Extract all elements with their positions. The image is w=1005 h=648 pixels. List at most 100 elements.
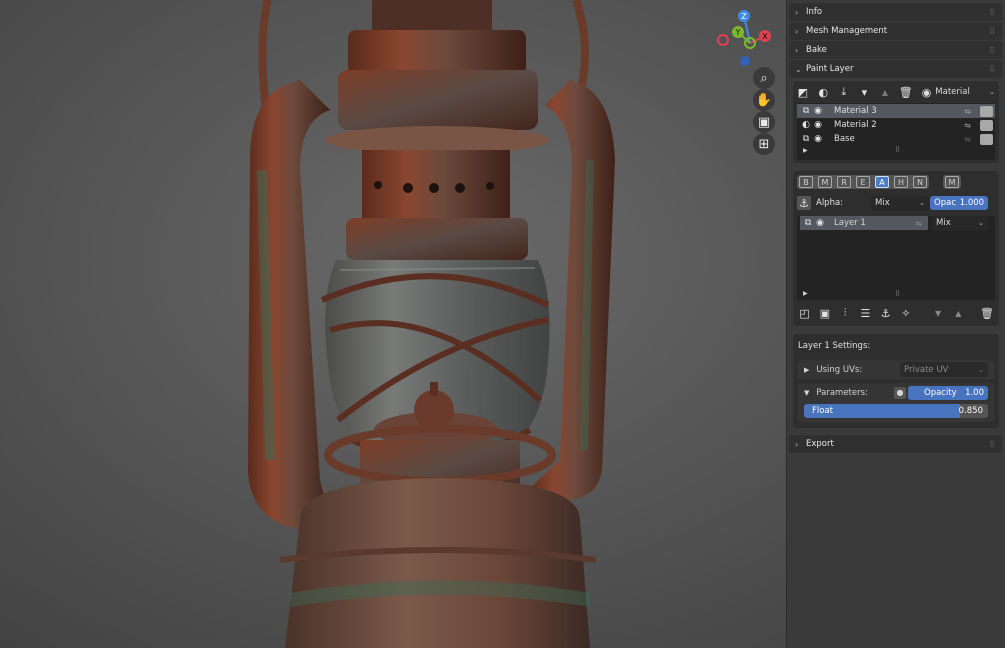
- anchor-icon[interactable]: ⚓: [797, 196, 811, 210]
- chevron-down-icon: ⌄: [989, 88, 995, 96]
- using-uvs-row[interactable]: ▶ Using UVs: Private UV ⌄: [798, 360, 994, 379]
- panel-paint-layer-header[interactable]: ⌄ Paint Layer ⠿: [789, 60, 1002, 78]
- drag-handle-icon[interactable]: ⠿: [989, 440, 996, 449]
- channel-button-mask[interactable]: M: [945, 176, 959, 188]
- channel-button-metallic[interactable]: M: [818, 176, 832, 188]
- channel-button-height[interactable]: H: [894, 176, 908, 188]
- image-layer-icon[interactable]: ▣: [819, 307, 830, 320]
- panel-mesh-management-title: Mesh Management: [806, 26, 888, 36]
- float-slider[interactable]: Float 0.850: [804, 404, 988, 418]
- panel-mesh-management-header[interactable]: › Mesh Management ⠿: [789, 22, 1002, 40]
- expand-triangle-icon[interactable]: ▶: [803, 290, 808, 297]
- layer-settings-box: Layer 1 Settings: ▶ Using UVs: Private U…: [793, 334, 999, 428]
- material-color-swatch[interactable]: [980, 133, 993, 145]
- eye-icon[interactable]: ◉: [814, 218, 826, 228]
- list-item-layer-1[interactable]: ⧉ ◉ Layer 1 ⇋ Mix ⌄: [797, 215, 995, 231]
- material-color-swatch[interactable]: [980, 105, 993, 117]
- magic-wand-icon[interactable]: ✧: [900, 307, 911, 320]
- resize-handle-icon[interactable]: ⠿: [895, 146, 900, 154]
- material-stack-box: ◩ ◐ ⤓ ▾ ▲ 🗑 ◉ Material ⌄ ⧉ ◉ Material 3 …: [793, 81, 999, 163]
- properties-sidebar: › Info ⠿ › Mesh Management ⠿ › Bake ⠿ ⌄ …: [786, 0, 1005, 648]
- panel-info-header[interactable]: › Info ⠿: [789, 3, 1002, 21]
- chevron-down-icon: ⌄: [978, 219, 984, 227]
- anchor-icon[interactable]: ⚓: [880, 307, 891, 320]
- alpha-opacity-slider[interactable]: Opac 1.000: [930, 196, 989, 210]
- eye-icon[interactable]: ◉: [812, 134, 824, 144]
- drag-handle-icon[interactable]: ⠿: [989, 46, 996, 55]
- filter-icon[interactable]: ☰: [860, 307, 871, 320]
- material-view-dropdown[interactable]: Material ⌄: [935, 85, 995, 100]
- drag-handle-icon[interactable]: ⠿: [989, 65, 996, 74]
- alpha-label: Alpha:: [816, 198, 844, 208]
- zoom-icon[interactable]: ⌕: [753, 67, 775, 89]
- mask-toggle-icon[interactable]: ●: [894, 386, 906, 399]
- adjustment-icon[interactable]: ⫶: [840, 306, 851, 320]
- panel-export-header[interactable]: › Export ⠿: [789, 435, 1002, 453]
- expand-triangle-icon[interactable]: ▶: [803, 147, 808, 154]
- channel-button-emission[interactable]: E: [856, 176, 870, 188]
- layer-blend-dropdown[interactable]: Mix ⌄: [932, 215, 988, 231]
- material-sphere-icon[interactable]: ◐: [818, 86, 830, 99]
- list-item-base[interactable]: ⧉ ◉ Base ⇋: [797, 132, 995, 146]
- brush-swap-icon[interactable]: ⇋: [964, 107, 971, 116]
- material-view-dropdown-label: Material: [935, 87, 970, 97]
- triangle-down-icon[interactable]: ▾: [859, 86, 871, 99]
- layer-copy-icon: ⧉: [802, 134, 810, 144]
- parameter-opacity-slider[interactable]: Opacity 1.00: [908, 385, 988, 400]
- new-material-icon[interactable]: ◩: [797, 86, 809, 99]
- material-toolbar: ◩ ◐ ⤓ ▾ ▲ 🗑 ◉ Material ⌄: [793, 83, 999, 101]
- hand-pan-icon[interactable]: ✋: [753, 89, 775, 111]
- move-down-icon[interactable]: ▼: [933, 309, 944, 318]
- 3d-viewport[interactable]: Z X Y ⌕ ✋ ▣ ⊞: [0, 0, 786, 648]
- perspective-grid-icon[interactable]: ⊞: [753, 133, 775, 155]
- drag-handle-icon[interactable]: ⠿: [989, 8, 996, 17]
- camera-icon[interactable]: ▣: [753, 111, 775, 133]
- chevron-right-icon: ›: [795, 26, 799, 36]
- mask-group: M: [943, 175, 961, 189]
- new-layer-icon[interactable]: ◰: [799, 307, 810, 320]
- chevron-down-icon: ⌄: [795, 64, 802, 74]
- expand-triangle-icon[interactable]: ▶: [804, 366, 809, 374]
- alpha-blend-value: Mix: [875, 198, 890, 208]
- collapse-triangle-icon[interactable]: ▼: [804, 389, 809, 397]
- chevron-down-icon: ⌄: [978, 365, 984, 374]
- eye-icon[interactable]: ◉: [812, 106, 824, 116]
- material-color-swatch[interactable]: [980, 119, 993, 131]
- layer-settings-title: Layer 1 Settings:: [798, 341, 871, 351]
- panel-bake-header[interactable]: › Bake ⠿: [789, 41, 1002, 59]
- layer-name: Layer 1: [834, 218, 866, 228]
- resize-handle-icon[interactable]: ⠿: [895, 290, 900, 298]
- channel-button-alpha[interactable]: A: [875, 176, 889, 188]
- channel-button-normal[interactable]: N: [913, 176, 927, 188]
- alpha-blend-dropdown[interactable]: Mix ⌄: [871, 195, 930, 211]
- parameters-section: ▼ Parameters: ● Opacity 1.00 Float 0.850: [798, 383, 994, 422]
- chevron-right-icon: ›: [795, 439, 799, 449]
- eye-icon[interactable]: ◉: [812, 120, 824, 130]
- brush-swap-icon[interactable]: ⇋: [964, 135, 971, 144]
- trash-icon[interactable]: 🗑: [980, 307, 994, 320]
- brush-swap-icon[interactable]: ⇋: [915, 219, 922, 228]
- list-item-material-2[interactable]: ◐ ◉ Material 2 ⇋: [797, 118, 995, 132]
- brush-swap-icon[interactable]: ⇋: [964, 121, 971, 130]
- import-icon[interactable]: ⤓: [838, 85, 850, 99]
- material-sphere-icon: ◐: [802, 120, 810, 130]
- layer-row-selection: ⧉ ◉ Layer 1 ⇋: [800, 216, 928, 230]
- chevron-right-icon: ›: [795, 7, 799, 17]
- eye-icon[interactable]: ◉: [921, 86, 933, 99]
- list-item-material-3[interactable]: ⧉ ◉ Material 3 ⇋: [797, 104, 995, 118]
- parameters-header[interactable]: ▼ Parameters: ● Opacity 1.00: [798, 383, 994, 402]
- layer-stack-box: B M R E A H N M ⚓ Alpha: Mix ⌄ Opac 1.00…: [793, 171, 999, 326]
- trash-icon[interactable]: 🗑: [899, 86, 913, 99]
- move-up-icon[interactable]: ▲: [953, 309, 964, 318]
- channel-button-roughness[interactable]: R: [837, 176, 851, 188]
- lantern-model-render: [248, 0, 615, 648]
- using-uvs-label: Using UVs:: [816, 364, 863, 375]
- material-list: ⧉ ◉ Material 3 ⇋ ◐ ◉ Material 2 ⇋ ⧉ ◉ Ba…: [797, 103, 995, 160]
- neg-x-axis-handle: [717, 34, 729, 46]
- navigation-gizmo[interactable]: Z X Y: [710, 6, 776, 66]
- move-up-icon[interactable]: ▲: [879, 88, 891, 97]
- uv-map-dropdown[interactable]: Private UV ⌄: [900, 362, 988, 377]
- drag-handle-icon[interactable]: ⠿: [989, 27, 996, 36]
- channel-button-base-color[interactable]: B: [799, 176, 813, 188]
- channel-row: B M R E A H N M: [793, 171, 999, 193]
